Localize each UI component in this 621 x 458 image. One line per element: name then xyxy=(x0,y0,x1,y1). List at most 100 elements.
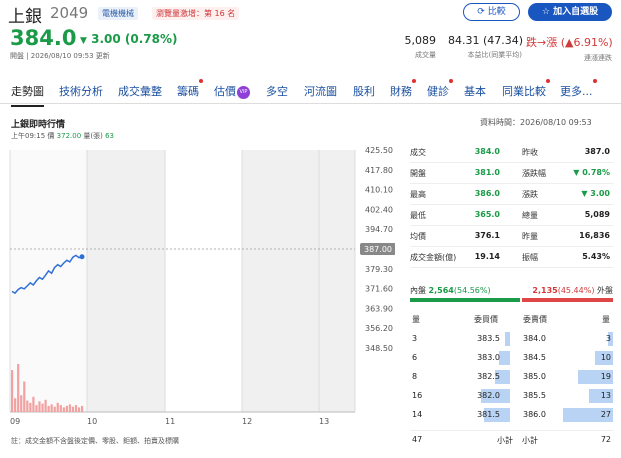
tab-more[interactable]: 更多... xyxy=(560,79,597,99)
ask-row: 386.0 27 xyxy=(521,406,613,424)
tab-dividend[interactable]: 股利 xyxy=(353,83,375,99)
tab-checkup[interactable]: 健診 xyxy=(427,79,453,99)
ask-price: 384.0 xyxy=(523,334,546,343)
volume-bar xyxy=(74,405,78,412)
tab-trend[interactable]: 走勢圖 xyxy=(11,83,44,107)
inner-volume-bar xyxy=(410,298,520,302)
quote-label: 昨收 xyxy=(522,148,538,157)
quote-value: 376.1 xyxy=(474,231,500,240)
notify-dot xyxy=(199,79,203,83)
volume-bar xyxy=(41,403,44,412)
quote-row: 成交 384.0 昨收 387.0 xyxy=(410,142,613,163)
volume-bar xyxy=(14,398,17,412)
quote-row: 最低 365.0 總量 5,089 xyxy=(410,205,613,226)
ask-vol-header: 量 xyxy=(602,315,610,324)
tab-peers[interactable]: 同業比較 xyxy=(502,79,550,99)
y-tick-label: 425.50 xyxy=(365,146,393,155)
volume-bar xyxy=(26,400,29,412)
tab-technical[interactable]: 技術分析 xyxy=(59,83,103,99)
hour-shade xyxy=(319,150,355,412)
intraday-chart[interactable]: 425.50 417.80 410.10 402.40 394.70 379.30 371.… xyxy=(0,144,395,426)
tab-basic[interactable]: 基本 xyxy=(464,83,486,99)
ask-row: 384.5 10 xyxy=(521,349,613,367)
ask-price: 385.0 xyxy=(523,372,546,381)
y-tick-label: 348.50 xyxy=(365,344,393,353)
volume-bar xyxy=(35,405,38,412)
quote-row: 開盤 381.0 漲跌幅 ▼ 0.78% xyxy=(410,163,613,184)
y-tick-label: 417.80 xyxy=(365,166,393,175)
quote-label: 成交金額(億) xyxy=(410,253,457,262)
trending-tag[interactable]: 瀏覽量激增：第 16 名 xyxy=(152,7,240,20)
ask-row: 385.5 13 xyxy=(521,387,613,405)
quote-label: 振幅 xyxy=(522,253,538,262)
y-tick-label: 402.40 xyxy=(365,205,393,214)
bid-vol-header: 量 xyxy=(412,315,420,324)
bid-volume: 16 xyxy=(412,391,423,400)
volume-bar xyxy=(53,406,56,412)
bid-price-header: 委買價 xyxy=(474,315,498,324)
bid-row: 6 383.0 xyxy=(410,349,510,367)
tab-chips[interactable]: 籌碼 xyxy=(177,79,203,99)
refresh-icon: ⟳ xyxy=(477,7,488,17)
volume-bar xyxy=(65,405,68,412)
ask-volume: 13 xyxy=(600,391,611,400)
quote-value: 19.14 xyxy=(474,252,500,261)
tab-valuation[interactable]: 估價 VIP xyxy=(214,83,250,99)
volume-bar xyxy=(20,395,23,412)
notify-dot xyxy=(449,79,453,83)
volume-bar xyxy=(71,406,75,412)
volume-bar xyxy=(81,405,84,412)
quote-row: 均價 376.1 昨量 16,836 xyxy=(410,226,613,247)
bid-volume: 8 xyxy=(412,372,418,381)
quote-value: 5.43% xyxy=(582,252,610,261)
tab-river[interactable]: 河流圖 xyxy=(304,83,337,99)
quote-value: 387.0 xyxy=(584,147,610,156)
quote-value: ▼ 0.78% xyxy=(573,168,610,177)
x-tick-label: 13 xyxy=(319,417,329,426)
orderbook-totals: 47 小計 小計 72 xyxy=(410,430,613,445)
hour-shade xyxy=(10,150,87,412)
compare-button[interactable]: ⟳ 比較 xyxy=(463,3,520,21)
quote-value: 16,836 xyxy=(579,231,610,240)
x-tick-label: 09 xyxy=(10,417,20,426)
volume-bar xyxy=(59,405,62,412)
bid-row: 3 383.5 xyxy=(410,330,510,348)
bid-price: 382.0 xyxy=(477,391,500,400)
tab-trades[interactable]: 成交彙整 xyxy=(118,83,162,99)
tab-longshort[interactable]: 多空 xyxy=(266,83,288,99)
add-watchlist-button[interactable]: ☆ 加入自選股 xyxy=(528,3,612,21)
tab-nav: 走勢圖 技術分析 成交彙整 籌碼 估價 VIP 多空 河流圖 股利 財務 健診 基… xyxy=(0,76,621,107)
ask-volume: 27 xyxy=(600,410,611,419)
quote-value: 386.0 xyxy=(474,189,500,198)
streak-stat: 跌→漲 (▲6.91%) 連漲連跌 xyxy=(526,36,613,62)
pe-stat: 84.31 (47.34) 本益比(同業平均) xyxy=(448,34,524,59)
ask-volume: 19 xyxy=(600,372,611,381)
tab-finance[interactable]: 財務 xyxy=(390,79,416,99)
section-title: 上銀即時行情 xyxy=(11,120,66,130)
volume-bar xyxy=(56,402,59,412)
volume-stat: 5,089 成交量 xyxy=(404,34,437,59)
quote-label: 漲跌幅 xyxy=(522,169,546,178)
bid-row: 16 382.0 xyxy=(410,387,510,405)
y-tick-label: 363.90 xyxy=(365,304,393,313)
bid-volume-bar xyxy=(504,332,510,346)
ask-price: 384.5 xyxy=(523,353,546,362)
quote-label: 成交 xyxy=(410,148,426,157)
notify-dot xyxy=(546,79,550,83)
x-tick-label: 11 xyxy=(165,417,175,426)
quote-label: 漲跌 xyxy=(522,190,538,199)
bid-volume: 3 xyxy=(412,334,418,343)
volume-bar xyxy=(50,404,53,412)
quote-label: 昨量 xyxy=(522,232,538,241)
quote-label: 開盤 xyxy=(410,169,426,178)
hour-shade xyxy=(87,150,165,412)
y-tick-label: 394.70 xyxy=(365,225,393,234)
volume-bar xyxy=(62,407,65,412)
quote-label: 總量 xyxy=(522,211,538,220)
x-tick-label: 12 xyxy=(242,417,252,426)
y-tick-label: 410.10 xyxy=(365,186,393,195)
industry-tag[interactable]: 電機機械 xyxy=(98,7,138,20)
ask-volume: 10 xyxy=(600,353,611,362)
bid-volume-bar xyxy=(499,351,510,365)
quote-value: 365.0 xyxy=(474,210,500,219)
